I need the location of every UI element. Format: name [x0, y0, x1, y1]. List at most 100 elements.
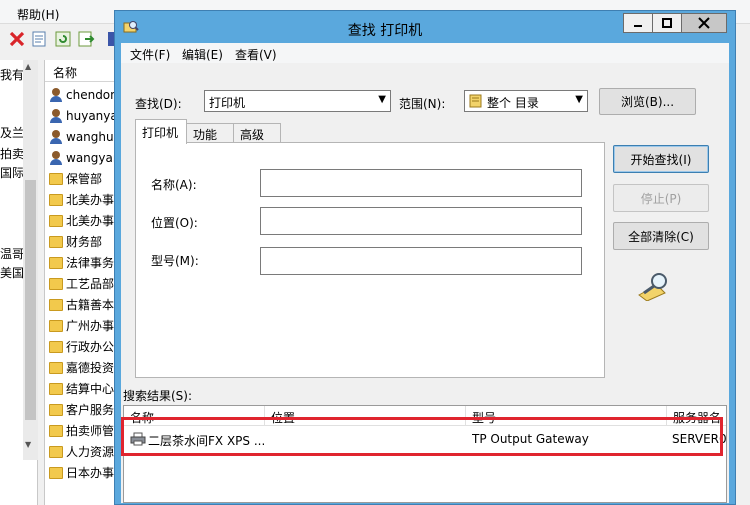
location-field[interactable]: [260, 207, 582, 235]
scroll-thumb[interactable]: [25, 180, 36, 420]
list-item[interactable]: 行政办公室: [49, 336, 124, 357]
ou-folder-icon: [49, 193, 63, 206]
ou-folder-icon: [49, 235, 63, 248]
chevron-down-icon[interactable]: ▼: [575, 94, 583, 105]
help-menu[interactable]: 帮助(H): [17, 6, 59, 23]
user-icon: [49, 87, 63, 102]
scope-combobox[interactable]: 整个 目录 ▼: [464, 90, 588, 112]
ou-folder-icon: [49, 172, 63, 185]
background-toolbar: [0, 26, 130, 52]
scroll-down-icon[interactable]: ▼: [25, 440, 31, 449]
tree-item[interactable]: 拍卖: [0, 145, 24, 162]
highlight-annotation: [121, 417, 723, 456]
list-item-label: wanghui: [66, 129, 117, 144]
start-search-button[interactable]: 开始查找(I): [613, 145, 709, 173]
ou-folder-icon: [49, 340, 63, 353]
list-item[interactable]: 北美办事处: [49, 189, 124, 210]
model-field[interactable]: [260, 247, 582, 275]
maximize-button[interactable]: [652, 13, 682, 33]
scroll-up-icon[interactable]: ▲: [25, 62, 31, 71]
find-combobox[interactable]: 打印机 ▼: [204, 90, 391, 112]
menu-view[interactable]: 查看(V): [235, 46, 277, 63]
scope-label: 范围(N):: [399, 97, 446, 111]
list-item-label: 财务部: [66, 235, 103, 249]
dialog-titlebar[interactable]: 查找 打印机: [115, 11, 735, 43]
model-label: 型号(M):: [151, 254, 199, 268]
list-item[interactable]: wanghui: [49, 126, 117, 147]
tab-features[interactable]: 功能: [186, 123, 234, 143]
list-item[interactable]: wangyan: [49, 147, 120, 168]
directory-icon: [469, 94, 482, 108]
tree-item[interactable]: 国际: [0, 164, 24, 181]
clear-all-button[interactable]: 全部清除(C): [613, 222, 709, 250]
maximize-icon: [662, 18, 672, 28]
find-label: 查找(D):: [135, 97, 182, 111]
ou-folder-icon: [49, 445, 63, 458]
delete-icon[interactable]: [8, 30, 26, 48]
ou-folder-icon: [49, 214, 63, 227]
ou-folder-icon: [49, 256, 63, 269]
list-header-name[interactable]: 名称: [45, 60, 124, 82]
name-label: 名称(A):: [151, 178, 197, 192]
name-field[interactable]: [260, 169, 582, 197]
list-item[interactable]: 嘉德投资: [49, 357, 114, 378]
user-icon: [49, 129, 63, 144]
list-item[interactable]: huyanyan: [49, 105, 124, 126]
search-results-label: 搜索结果(S):: [123, 389, 193, 403]
export-icon[interactable]: [77, 30, 95, 48]
list-item[interactable]: chendong: [49, 84, 124, 105]
list-item[interactable]: 古籍善本: [49, 294, 114, 315]
refresh-icon[interactable]: [54, 30, 72, 48]
list-item[interactable]: 财务部: [49, 231, 102, 252]
tree-item[interactable]: 美国: [0, 264, 24, 281]
menu-edit[interactable]: 编辑(E): [182, 46, 223, 63]
list-item[interactable]: 保管部: [49, 168, 102, 189]
list-item-label: 保管部: [66, 172, 103, 186]
close-icon: [698, 17, 710, 29]
list-item[interactable]: 拍卖师管理: [49, 420, 124, 441]
browse-button[interactable]: 浏览(B)...: [599, 88, 696, 115]
menu-file[interactable]: 文件(F): [130, 46, 170, 63]
close-button[interactable]: [681, 13, 727, 33]
ou-folder-icon: [49, 466, 63, 479]
objects-list: 名称 chendong huyanyan wanghui wangyan 保管部北美办事…: [44, 60, 124, 505]
ou-folder-icon: [49, 319, 63, 332]
list-item[interactable]: 日本办事处: [49, 462, 124, 483]
minimize-icon: [634, 25, 642, 27]
tree-item[interactable]: 温哥: [0, 245, 24, 262]
list-item-label: 工艺品部: [66, 277, 115, 291]
properties-icon[interactable]: [30, 30, 48, 48]
stop-button[interactable]: 停止(P): [613, 184, 709, 212]
location-label: 位置(O):: [151, 216, 198, 230]
dialog-title: 查找 打印机: [347, 23, 423, 39]
user-icon: [49, 150, 63, 165]
list-item[interactable]: 客户服务部: [49, 399, 124, 420]
ou-folder-icon: [49, 361, 63, 374]
list-item[interactable]: 结算中心: [49, 378, 114, 399]
list-item[interactable]: 广州办事处: [49, 315, 124, 336]
scope-value: 整个 目录: [487, 96, 539, 110]
tab-printer[interactable]: 打印机: [135, 119, 187, 144]
list-item-label: wangyan: [66, 150, 121, 165]
list-item-label: 古籍善本: [66, 298, 115, 312]
tab-advanced[interactable]: 高级: [233, 123, 281, 143]
tree-scrollbar[interactable]: ▲ ▼: [23, 60, 38, 460]
ou-folder-icon: [49, 403, 63, 416]
list-item[interactable]: 北美办事处: [49, 210, 124, 231]
tree-item[interactable]: 及兰: [0, 124, 24, 141]
minimize-button[interactable]: [623, 13, 653, 33]
dialog-menubar: 文件(F) 编辑(E) 查看(V): [121, 43, 729, 63]
user-icon: [49, 108, 63, 123]
find-value: 打印机: [209, 96, 246, 110]
list-item[interactable]: 人力资源部: [49, 441, 124, 462]
list-item[interactable]: 工艺品部: [49, 273, 114, 294]
chevron-down-icon[interactable]: ▼: [378, 94, 386, 105]
list-item[interactable]: 法律事务部: [49, 252, 124, 273]
ou-folder-icon: [49, 382, 63, 395]
ou-folder-icon: [49, 298, 63, 311]
tab-panel-printer: 名称(A): 位置(O): 型号(M):: [135, 142, 605, 378]
ou-folder-icon: [49, 277, 63, 290]
list-item-label: 嘉德投资: [66, 361, 115, 375]
list-item-label: 结算中心: [66, 382, 115, 396]
search-magnifier-icon: [638, 273, 667, 301]
